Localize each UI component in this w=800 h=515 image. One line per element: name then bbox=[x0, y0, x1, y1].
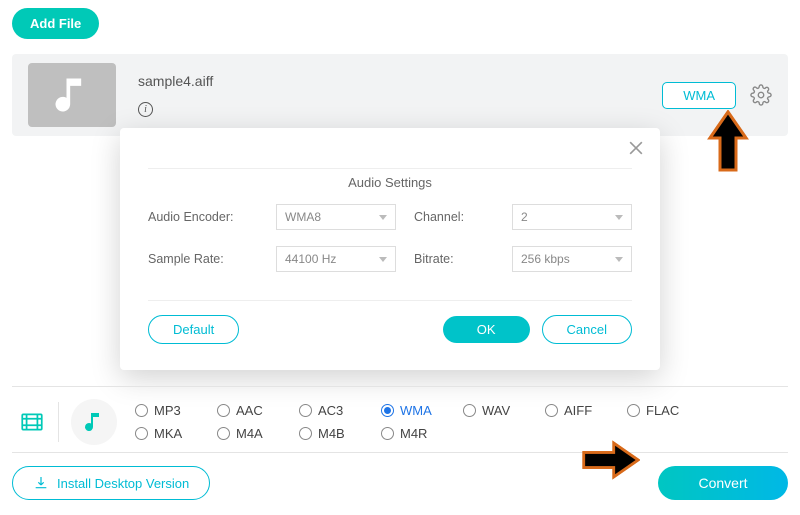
bitrate-label: Bitrate: bbox=[414, 252, 494, 266]
chevron-down-icon bbox=[379, 215, 387, 220]
audio-settings-modal: Audio Settings Audio Encoder: WMA8 Chann… bbox=[120, 128, 660, 370]
encoder-select[interactable]: WMA8 bbox=[276, 204, 396, 230]
radio-dot bbox=[545, 404, 558, 417]
music-note-icon bbox=[50, 73, 94, 117]
bitrate-value: 256 kbps bbox=[521, 252, 570, 266]
radio-dot bbox=[135, 427, 148, 440]
default-button[interactable]: Default bbox=[148, 315, 239, 344]
chevron-down-icon bbox=[615, 257, 623, 262]
radio-dot bbox=[217, 404, 230, 417]
channel-label: Channel: bbox=[414, 210, 494, 224]
format-label: AIFF bbox=[564, 403, 592, 418]
radio-dot bbox=[135, 404, 148, 417]
close-icon[interactable] bbox=[626, 138, 646, 163]
radio-dot bbox=[381, 427, 394, 440]
encoder-value: WMA8 bbox=[285, 210, 321, 224]
ok-button[interactable]: OK bbox=[443, 316, 530, 343]
divider bbox=[148, 300, 632, 301]
format-label: WMA bbox=[400, 403, 432, 418]
radio-dot bbox=[463, 404, 476, 417]
divider bbox=[58, 402, 59, 442]
audio-mode-icon[interactable] bbox=[71, 399, 117, 445]
video-mode-icon[interactable] bbox=[12, 409, 52, 435]
format-option-m4b[interactable]: M4B bbox=[299, 426, 381, 441]
format-option-mp3[interactable]: MP3 bbox=[135, 403, 217, 418]
format-label: M4B bbox=[318, 426, 345, 441]
samplerate-select[interactable]: 44100 Hz bbox=[276, 246, 396, 272]
format-bar: MP3 AAC AC3 WMA WAV AIFF FLAC MKA M4A M4B M4R bbox=[12, 394, 788, 450]
format-label: AC3 bbox=[318, 403, 343, 418]
convert-button[interactable]: Convert bbox=[658, 466, 788, 500]
radio-dot bbox=[627, 404, 640, 417]
radio-dot bbox=[217, 427, 230, 440]
format-option-flac[interactable]: FLAC bbox=[627, 403, 709, 418]
format-label: M4R bbox=[400, 426, 427, 441]
format-label: MKA bbox=[154, 426, 182, 441]
format-option-aiff[interactable]: AIFF bbox=[545, 403, 627, 418]
add-file-button[interactable]: Add File bbox=[12, 8, 99, 39]
chevron-down-icon bbox=[615, 215, 623, 220]
radio-dot bbox=[299, 427, 312, 440]
radio-dot bbox=[381, 404, 394, 417]
file-name: sample4.aiff bbox=[138, 73, 662, 89]
file-row: sample4.aiff i WMA bbox=[12, 54, 788, 136]
format-label: MP3 bbox=[154, 403, 181, 418]
radio-dot bbox=[299, 404, 312, 417]
divider bbox=[12, 386, 788, 387]
file-meta: sample4.aiff i bbox=[138, 73, 662, 117]
file-thumbnail bbox=[28, 63, 116, 127]
chevron-down-icon bbox=[379, 257, 387, 262]
channel-select[interactable]: 2 bbox=[512, 204, 632, 230]
divider bbox=[12, 452, 788, 453]
format-label: AAC bbox=[236, 403, 263, 418]
format-option-wma[interactable]: WMA bbox=[381, 403, 463, 418]
format-option-mka[interactable]: MKA bbox=[135, 426, 217, 441]
divider bbox=[148, 168, 632, 169]
info-icon[interactable]: i bbox=[138, 102, 153, 117]
cancel-button[interactable]: Cancel bbox=[542, 315, 632, 344]
format-option-ac3[interactable]: AC3 bbox=[299, 403, 381, 418]
format-label: M4A bbox=[236, 426, 263, 441]
encoder-label: Audio Encoder: bbox=[148, 210, 258, 224]
format-label: FLAC bbox=[646, 403, 679, 418]
modal-title: Audio Settings bbox=[148, 175, 632, 190]
format-option-m4r[interactable]: M4R bbox=[381, 426, 463, 441]
gear-icon[interactable] bbox=[750, 84, 772, 106]
bitrate-select[interactable]: 256 kbps bbox=[512, 246, 632, 272]
format-badge[interactable]: WMA bbox=[662, 82, 736, 109]
samplerate-label: Sample Rate: bbox=[148, 252, 258, 266]
samplerate-value: 44100 Hz bbox=[285, 252, 336, 266]
install-desktop-button[interactable]: Install Desktop Version bbox=[12, 466, 210, 500]
format-option-m4a[interactable]: M4A bbox=[217, 426, 299, 441]
channel-value: 2 bbox=[521, 210, 528, 224]
download-icon bbox=[33, 475, 49, 491]
format-option-aac[interactable]: AAC bbox=[217, 403, 299, 418]
install-label: Install Desktop Version bbox=[57, 476, 189, 491]
format-label: WAV bbox=[482, 403, 510, 418]
annotation-arrow-gear bbox=[706, 110, 750, 174]
annotation-arrow-convert bbox=[580, 438, 640, 482]
format-option-wav[interactable]: WAV bbox=[463, 403, 545, 418]
